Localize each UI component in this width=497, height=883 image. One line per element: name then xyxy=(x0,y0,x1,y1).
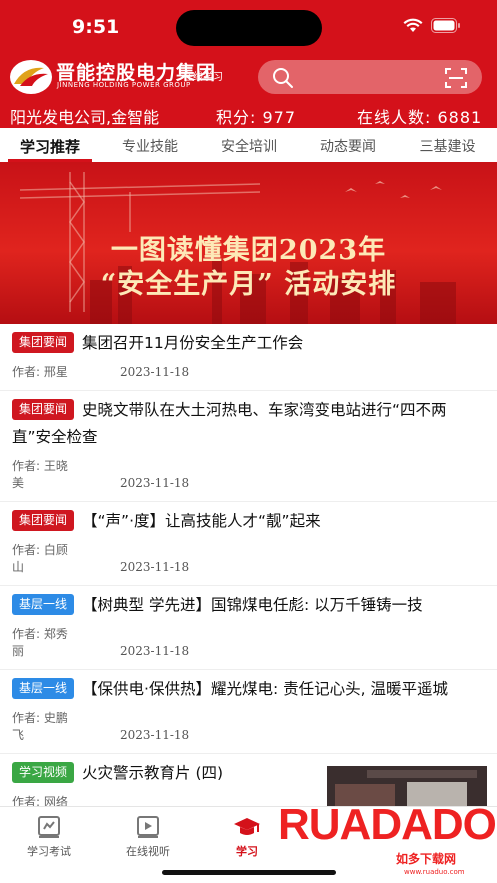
online-count: 在线人数: 6881 xyxy=(357,108,483,127)
nav-exam[interactable]: 学习考试 xyxy=(14,815,84,859)
company-logo xyxy=(10,60,52,94)
news-title: 【“声”·度】让高技能人才“靓”起来 xyxy=(82,512,321,530)
news-date: 2023-11-18 xyxy=(120,560,190,574)
home-indicator xyxy=(162,870,336,875)
news-author: 作者: 白顾山 xyxy=(12,543,68,574)
category-badge: 集团要闻 xyxy=(12,510,75,531)
tab-recommend[interactable]: 学习推荐 xyxy=(0,128,100,162)
dynamic-island xyxy=(176,10,322,46)
watermark-text: RUADADO xyxy=(278,800,497,849)
category-badge: 基层一线 xyxy=(12,678,75,699)
category-badge: 学习视频 xyxy=(12,762,75,783)
points-count: 积分: 977 xyxy=(216,108,297,127)
nav-study-label: 学习 xyxy=(236,845,258,858)
wifi-icon xyxy=(403,18,423,32)
status-bar: 9:51 xyxy=(0,0,497,56)
list-item[interactable]: 集团要闻 【“声”·度】让高技能人才“靓”起来 作者: 白顾山 2023-11-18 xyxy=(0,502,497,586)
nav-study[interactable]: 学习 xyxy=(212,815,282,859)
news-date: 2023-11-18 xyxy=(120,476,190,490)
search-input[interactable] xyxy=(258,60,482,94)
watermark-url: www.ruaduo.com xyxy=(404,868,465,876)
news-title: 【树典型 学先进】国锦煤电任彪: 以万千锤铸一技 xyxy=(82,596,423,614)
video-icon xyxy=(137,816,159,838)
category-badge: 集团要闻 xyxy=(12,332,75,353)
tab-news[interactable]: 动态要闻 xyxy=(298,128,398,162)
list-item[interactable]: 基层一线 【保供电·保供热】耀光煤电: 责任记心头, 温暖平遥城 作者: 史鹏飞 2… xyxy=(0,670,497,754)
category-badge: 集团要闻 xyxy=(12,399,75,420)
news-author: 作者: 郑秀丽 xyxy=(12,627,68,658)
watermark-subtext: 如多下载网 xyxy=(396,852,457,866)
app-header: 9:51 晋能控股电力集团 JINNENG HOLDING POWER GROU… xyxy=(0,0,497,128)
user-info-row: 阳光发电公司,金智能 积分: 977 在线人数: 6881 xyxy=(0,100,497,128)
list-item[interactable]: 集团要闻 史晓文带队在大土河热电、车家湾变电站进行“四不两直”安全检查 作者: 王… xyxy=(0,391,497,502)
nav-video-label: 在线视听 xyxy=(126,845,170,858)
list-item[interactable]: 基层一线 【树典型 学先进】国锦煤电任彪: 以万千锤铸一技 作者: 郑秀丽 2023… xyxy=(0,586,497,670)
status-time: 9:51 xyxy=(72,16,120,38)
category-badge: 基层一线 xyxy=(12,594,75,615)
tab-skills[interactable]: 专业技能 xyxy=(100,128,200,162)
category-tabs: 学习推荐 专业技能 安全培训 动态要闻 三基建设 xyxy=(0,128,497,162)
system-icons xyxy=(403,18,461,33)
brand-row: 晋能控股电力集团 JINNENG HOLDING POWER GROUP 在线学… xyxy=(0,56,497,100)
news-list: 集团要闻 集团召开11月份安全生产工作会 作者: 邢星 2023-11-18 集团要… xyxy=(0,324,497,854)
exam-icon xyxy=(38,816,60,838)
nav-exam-label: 学习考试 xyxy=(27,845,71,858)
user-unit: 阳光发电公司,金智能 xyxy=(10,108,160,127)
banner-carousel[interactable]: 一图读懂集团2023年 “安全生产月” 活动安排 xyxy=(0,162,497,324)
scan-icon[interactable] xyxy=(444,67,468,89)
search-icon xyxy=(273,68,293,88)
brand-name-en: JINNENG HOLDING POWER GROUP xyxy=(57,81,191,89)
news-title: 集团召开11月份安全生产工作会 xyxy=(82,334,304,352)
graduation-cap-icon xyxy=(234,818,260,835)
news-date: 2023-11-18 xyxy=(120,644,190,658)
tab-safety[interactable]: 安全培训 xyxy=(200,128,298,162)
list-item[interactable]: 集团要闻 集团召开11月份安全生产工作会 作者: 邢星 2023-11-18 xyxy=(0,324,497,391)
news-author: 作者: 王晓美 xyxy=(12,459,68,490)
news-date: 2023-11-18 xyxy=(120,365,190,379)
news-title: 【保供电·保供热】耀光煤电: 责任记心头, 温暖平遥城 xyxy=(82,680,448,698)
news-title: 火灾警示教育片 (四) xyxy=(82,764,224,782)
news-date: 2023-11-18 xyxy=(120,728,190,742)
nav-video[interactable]: 在线视听 xyxy=(113,815,183,859)
tab-three-basics[interactable]: 三基建设 xyxy=(398,128,497,162)
battery-icon xyxy=(431,18,460,33)
brand-tag: 在线学习 xyxy=(183,72,223,83)
news-author: 作者: 邢星 xyxy=(12,365,68,379)
watermark-logo: RUADADO 如多下载网 www.ruaduo.com xyxy=(278,800,497,880)
banner-title-line2: “安全生产月” 活动安排 xyxy=(100,269,397,300)
news-title: 史晓文带队在大土河热电、车家湾变电站进行“四不两直”安全检查 xyxy=(12,401,447,446)
news-author: 作者: 史鹏飞 xyxy=(12,711,68,742)
